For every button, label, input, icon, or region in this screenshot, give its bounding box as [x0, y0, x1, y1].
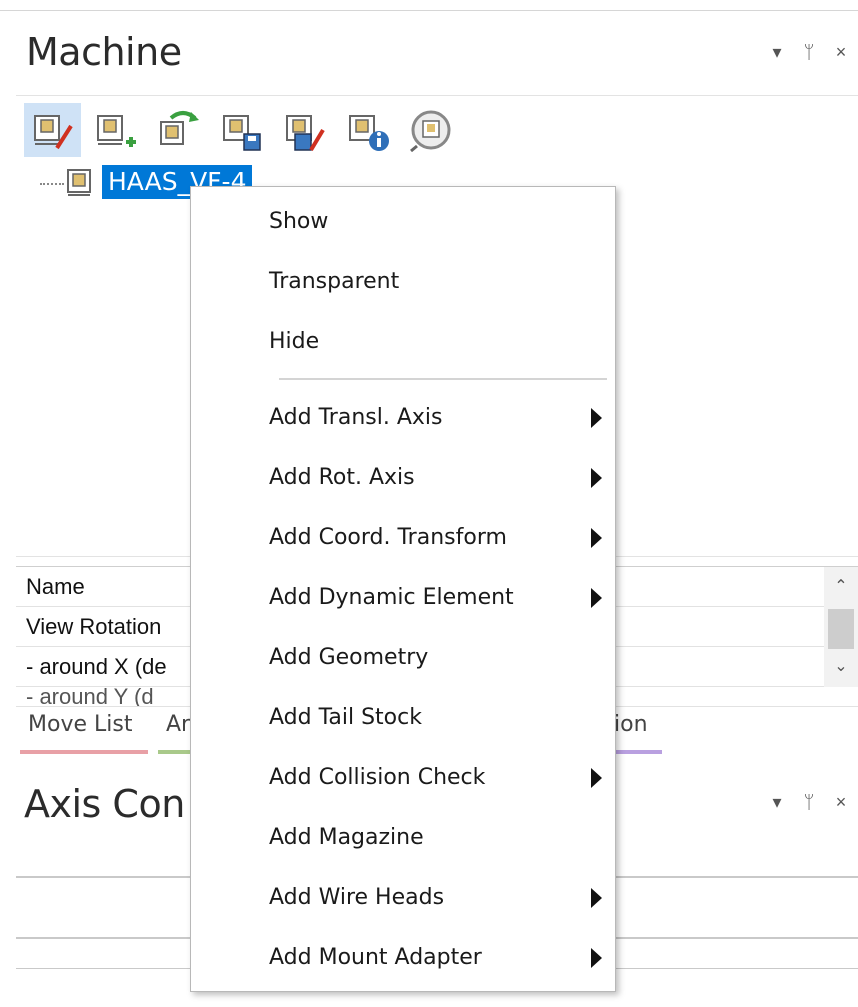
close-icon[interactable]: ×: [832, 792, 850, 813]
machine-info-button[interactable]: [339, 103, 396, 157]
menu-item-add-geometry[interactable]: Add Geometry: [191, 627, 615, 687]
submenu-arrow-icon: [591, 888, 602, 908]
save-edit-machine-button[interactable]: [276, 103, 333, 157]
tree-connector: [40, 183, 64, 185]
reload-machine-icon: [159, 111, 199, 145]
save-machine-button[interactable]: [213, 103, 270, 157]
submenu-arrow-icon: [591, 528, 602, 548]
machine-search-button[interactable]: [402, 103, 459, 157]
menu-item-add-dynamic-element[interactable]: Add Dynamic Element: [191, 567, 615, 627]
machine-panel-title: Machine: [26, 30, 182, 74]
machine-info-icon: [348, 115, 389, 151]
menu-item-add-wire-heads[interactable]: Add Wire Heads: [191, 867, 615, 927]
edit-machine-icon: [33, 115, 73, 150]
menu-item-add-magazine[interactable]: Add Magazine: [191, 807, 615, 867]
submenu-arrow-icon: [591, 408, 602, 428]
reload-machine-button[interactable]: [150, 103, 207, 157]
menu-item-hide[interactable]: Hide: [191, 311, 615, 371]
menu-item-add-coord-transform[interactable]: Add Coord. Transform: [191, 507, 615, 567]
submenu-arrow-icon: [591, 768, 602, 788]
machine-toolbar: [24, 103, 459, 157]
menu-item-add-rot-axis[interactable]: Add Rot. Axis: [191, 447, 615, 507]
tab-ar[interactable]: Ar: [166, 712, 190, 737]
menu-item-add-mount-adapter[interactable]: Add Mount Adapter: [191, 927, 615, 987]
property-scrollbar[interactable]: ⌃ ⌄: [824, 567, 858, 687]
scroll-thumb[interactable]: [828, 609, 854, 649]
submenu-arrow-icon: [591, 948, 602, 968]
context-menu: Show Transparent Hide Add Transl. Axis A…: [190, 186, 616, 992]
add-machine-button[interactable]: [87, 103, 144, 157]
axis-panel-controls: ▾ ᛘ ×: [768, 792, 850, 813]
menu-item-transparent[interactable]: Transparent: [191, 251, 615, 311]
scroll-down-icon[interactable]: ⌄: [824, 647, 858, 687]
machine-search-icon: [409, 110, 450, 152]
tab-move-list-underline: [20, 750, 148, 754]
axis-panel-title: Axis Con: [24, 782, 185, 826]
save-edit-machine-icon: [285, 115, 325, 152]
tab-ion[interactable]: ion: [614, 712, 648, 737]
top-rule: [0, 10, 858, 11]
add-machine-icon: [96, 115, 136, 147]
panel-dropdown-icon[interactable]: ▾: [768, 42, 786, 63]
close-icon[interactable]: ×: [832, 42, 850, 63]
menu-item-add-transl-axis[interactable]: Add Transl. Axis: [191, 387, 615, 447]
menu-item-add-collision-check[interactable]: Add Collision Check: [191, 747, 615, 807]
submenu-arrow-icon: [591, 588, 602, 608]
submenu-arrow-icon: [591, 468, 602, 488]
menu-item-add-tail-stock[interactable]: Add Tail Stock: [191, 687, 615, 747]
save-machine-icon: [222, 115, 261, 151]
edit-machine-button[interactable]: [24, 103, 81, 157]
pin-icon[interactable]: ᛘ: [800, 792, 818, 813]
pin-icon[interactable]: ᛘ: [800, 42, 818, 63]
panel-dropdown-icon[interactable]: ▾: [768, 792, 786, 813]
tab-move-list[interactable]: Move List: [28, 712, 132, 737]
scroll-up-icon[interactable]: ⌃: [824, 567, 858, 607]
menu-separator: [279, 378, 607, 380]
menu-item-show[interactable]: Show: [191, 191, 615, 251]
machine-panel-controls: ▾ ᛘ ×: [768, 42, 850, 63]
machine-icon: [64, 166, 96, 198]
